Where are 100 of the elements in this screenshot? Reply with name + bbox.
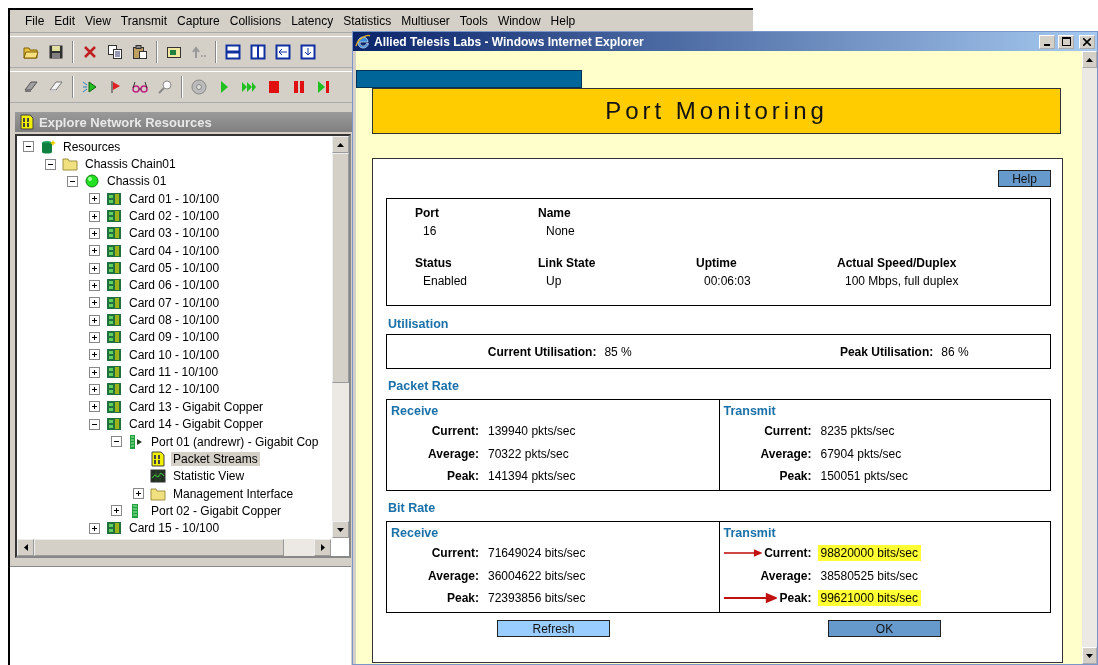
delete-icon (82, 44, 98, 60)
field-value: Up (546, 274, 563, 288)
scroll-up-icon[interactable] (332, 136, 349, 153)
menu-item[interactable]: Capture (172, 14, 225, 28)
collapse-icon[interactable] (111, 436, 122, 447)
scroll-thumb[interactable] (34, 539, 284, 556)
action-button[interactable]: Refresh (497, 620, 610, 637)
collapse-icon[interactable] (23, 141, 34, 153)
column-title: Receive (391, 526, 440, 542)
tree-item[interactable]: Card 12 - 10/100 (127, 382, 222, 397)
tree-item[interactable]: Card 06 - 10/100 (127, 278, 222, 293)
expand-icon[interactable] (89, 366, 100, 378)
minimize-button[interactable] (1039, 34, 1055, 49)
menu-item[interactable]: View (80, 14, 116, 28)
chart-icon (150, 468, 166, 485)
expand-icon[interactable] (133, 488, 144, 500)
tree-item[interactable]: Card 14 - Gigabit Copper (127, 417, 266, 432)
pause-icon (291, 79, 307, 95)
expand-icon[interactable] (89, 193, 100, 205)
field-value: 00:06:03 (704, 274, 752, 288)
expand-icon[interactable] (89, 522, 100, 534)
expand-icon[interactable] (89, 297, 100, 309)
tree-item[interactable]: Card 11 - 10/100 (127, 365, 221, 380)
tree-item[interactable]: Chassis 01 (105, 174, 169, 189)
expand-icon[interactable] (89, 210, 100, 222)
scroll-thumb[interactable] (332, 153, 349, 383)
scroll-left-icon[interactable] (17, 539, 34, 556)
expand-icon[interactable] (89, 331, 100, 343)
tree-item[interactable]: Card 03 - 10/100 (127, 226, 222, 241)
arrow-icon (191, 44, 207, 60)
tree-item[interactable]: Card 13 - Gigabit Copper (127, 399, 266, 414)
circuit-board-icon (106, 381, 122, 398)
menu-item[interactable]: Edit (49, 14, 81, 28)
tree-item[interactable]: Resources (61, 139, 123, 154)
tree-item[interactable]: Statistic View (171, 469, 247, 484)
tree-item[interactable]: Card 07 - 10/100 (127, 295, 222, 310)
expand-icon[interactable] (89, 262, 100, 274)
circuit-board-icon (106, 329, 122, 346)
card-icon (166, 44, 182, 60)
circuit-board-icon (106, 398, 122, 415)
collapse-icon[interactable] (45, 158, 56, 170)
tree-item[interactable]: Port 02 - Gigabit Copper (149, 503, 284, 518)
field-label: Port (415, 206, 440, 220)
menu-item[interactable]: Tools (454, 14, 493, 28)
folder-icon (62, 156, 78, 172)
browser-logo-icon (355, 33, 371, 50)
field-label: Peak: (779, 469, 812, 484)
menu-item[interactable]: Window (492, 14, 546, 28)
expand-icon[interactable] (89, 384, 100, 395)
expand-icon[interactable] (89, 314, 100, 326)
expand-icon[interactable] (89, 227, 100, 239)
column-title: Receive (391, 404, 440, 420)
tree-item[interactable]: Card 01 - 10/100 (127, 191, 222, 206)
split-columns-icon (250, 44, 266, 60)
circuit-board-icon (106, 346, 122, 363)
action-button[interactable]: OK (828, 620, 941, 637)
scroll-down-icon[interactable] (332, 521, 349, 538)
tree-item[interactable]: Management Interface (171, 486, 296, 501)
tree-item[interactable]: Packet Streams (171, 451, 260, 466)
tree-item[interactable]: Card 02 - 10/100 (127, 209, 222, 224)
scroll-right-icon[interactable] (314, 539, 331, 556)
scrollbar[interactable] (17, 539, 331, 556)
field-label: Peak: (779, 591, 812, 606)
menu-item[interactable]: Multiuser (396, 14, 455, 28)
expand-icon[interactable] (89, 245, 100, 257)
collapse-icon[interactable] (89, 418, 100, 430)
tree-item[interactable]: Card 05 - 10/100 (127, 261, 222, 276)
tree-item[interactable]: Port 01 (andrewr) - Gigabit Cop (149, 434, 321, 449)
glasses-icon (132, 79, 148, 95)
maximize-button[interactable] (1058, 34, 1074, 49)
field-value: 86 % (941, 344, 969, 359)
circuit-board-icon (106, 242, 122, 259)
help-button[interactable]: Help (998, 170, 1051, 187)
tree-item[interactable]: Card 10 - 10/100 (127, 347, 222, 362)
menu-item[interactable]: Collisions (224, 14, 287, 28)
scrollbar[interactable] (332, 136, 349, 538)
circuit-board-icon (106, 416, 122, 433)
circuit-board-icon (106, 225, 122, 242)
field-label: Current Utilisation: (487, 344, 597, 359)
expand-icon[interactable] (111, 505, 122, 517)
tree-item[interactable]: Card 04 - 10/100 (127, 243, 222, 258)
tree-item[interactable]: Chassis Chain01 (83, 157, 178, 171)
close-button[interactable] (1079, 34, 1095, 49)
tree-item[interactable]: Card 15 - 10/100 (127, 521, 222, 536)
menu-item[interactable]: Help (545, 14, 581, 28)
expand-icon[interactable] (89, 401, 100, 413)
menu-item[interactable]: Statistics (338, 14, 397, 28)
field-value: 139940 pkts/sec (487, 423, 577, 440)
menu-item[interactable]: Latency (286, 14, 339, 28)
tree-item[interactable]: Card 08 - 10/100 (127, 313, 222, 328)
collapse-icon[interactable] (67, 175, 78, 187)
field-label: Peak: (446, 591, 479, 606)
expand-icon[interactable] (89, 279, 100, 291)
field-label: Average: (428, 568, 479, 583)
pane-icon (300, 44, 316, 60)
menu-item[interactable]: Transmit (115, 14, 173, 28)
tree-item[interactable]: Card 09 - 10/100 (127, 330, 222, 345)
menu-item[interactable]: File (20, 14, 50, 28)
field-value: 72393856 bits/sec (487, 590, 587, 607)
expand-icon[interactable] (89, 349, 100, 361)
